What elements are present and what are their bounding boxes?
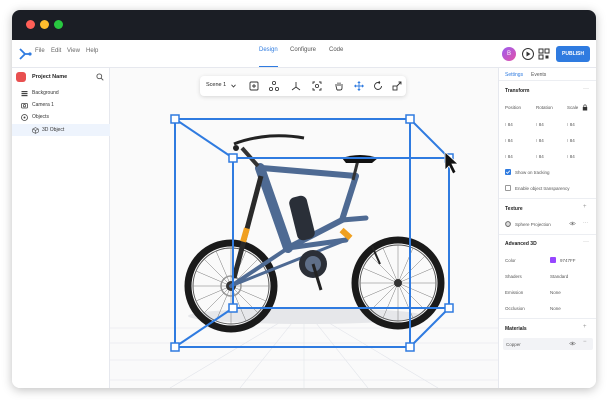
- layer-camera[interactable]: Camera 1: [12, 99, 110, 111]
- app-window: File Edit View Help Design Configure Cod…: [12, 10, 596, 388]
- layer-label: Objects: [32, 114, 49, 120]
- qr-code-icon[interactable]: [537, 47, 551, 61]
- position-y-field[interactable]: ⁝ 84: [505, 138, 513, 144]
- project-name[interactable]: Project Name: [32, 74, 67, 80]
- emission-label: Emission: [505, 290, 524, 295]
- layer-label: 3D Object: [42, 127, 65, 133]
- object-transparency-label: Enable object transparency: [515, 186, 570, 191]
- tab-events[interactable]: Events: [531, 72, 546, 78]
- minimize-window-dot[interactable]: [40, 20, 49, 29]
- divider: [499, 198, 596, 199]
- layer-background[interactable]: Background: [12, 87, 110, 99]
- lock-icon[interactable]: [582, 104, 588, 111]
- position-z-field[interactable]: ⁝ 84: [505, 154, 513, 160]
- layers-panel: Project Name Background Camera 1 Objects…: [12, 68, 110, 388]
- add-material-icon[interactable]: +: [583, 324, 587, 330]
- color-label: Color: [505, 258, 516, 263]
- chevron-down-icon[interactable]: [231, 84, 236, 88]
- focus-icon[interactable]: [311, 80, 323, 92]
- texture-section-title: Texture: [505, 206, 523, 212]
- rotation-x-field[interactable]: ⁝ 84: [536, 122, 544, 128]
- divider: [499, 234, 596, 235]
- more-options-icon[interactable]: ···: [583, 86, 589, 92]
- bicycle-model[interactable]: [184, 134, 445, 333]
- position-header: Position: [505, 105, 522, 110]
- material-item-label: Copper: [506, 342, 521, 347]
- color-value[interactable]: 9747FF: [560, 258, 576, 263]
- cube-icon: [32, 127, 39, 134]
- layer-label: Camera 1: [32, 102, 54, 108]
- rotate-tool-icon[interactable]: [372, 80, 384, 92]
- layer-3d-object[interactable]: 3D Object: [12, 124, 110, 136]
- search-icon[interactable]: [96, 73, 104, 81]
- move-tool-icon[interactable]: [353, 80, 365, 92]
- object-transparency-checkbox[interactable]: [505, 185, 511, 191]
- axes-icon[interactable]: [290, 80, 302, 92]
- layer-objects[interactable]: Objects: [12, 111, 110, 123]
- menu-help[interactable]: Help: [86, 48, 98, 54]
- properties-panel: Settings Events Transform ··· Position R…: [498, 68, 596, 388]
- occlusion-label: Occlusion: [505, 306, 525, 311]
- scale-header: Scale: [567, 105, 579, 110]
- scale-y-field[interactable]: ⁝ 84: [567, 138, 575, 144]
- occlusion-value[interactable]: None: [550, 306, 561, 311]
- shaders-value[interactable]: Standard: [550, 274, 568, 279]
- texture-more-icon[interactable]: ···: [583, 220, 588, 226]
- project-header: Project Name: [12, 68, 110, 86]
- hierarchy-icon[interactable]: [268, 80, 280, 92]
- rotation-header: Rotation: [536, 105, 553, 110]
- add-texture-icon[interactable]: +: [583, 204, 587, 210]
- scale-tool-icon[interactable]: [391, 80, 403, 92]
- eye-icon[interactable]: [569, 341, 576, 346]
- scene-selector[interactable]: Scene 1: [206, 82, 226, 88]
- camera-icon: [21, 103, 28, 109]
- divider: [499, 318, 596, 319]
- user-avatar[interactable]: B: [502, 47, 516, 61]
- menu-file[interactable]: File: [35, 48, 45, 54]
- sphere-icon: [505, 221, 511, 227]
- viewport-toolbar: Scene 1: [200, 76, 406, 96]
- publish-button[interactable]: PUBLISH: [556, 46, 590, 62]
- project-icon: [16, 72, 26, 82]
- tab-code[interactable]: Code: [329, 47, 343, 67]
- color-swatch[interactable]: [550, 257, 556, 263]
- play-icon[interactable]: [521, 47, 535, 61]
- app-logo-icon: [19, 48, 32, 60]
- viewport-canvas[interactable]: Scene 1: [110, 68, 498, 388]
- transform-section-title: Transform: [505, 88, 530, 94]
- window-titlebar: [12, 10, 596, 40]
- advanced-3d-section-title: Advanced 3D: [505, 241, 537, 247]
- rotation-y-field[interactable]: ⁝ 84: [536, 138, 544, 144]
- rotation-z-field[interactable]: ⁝ 84: [536, 154, 544, 160]
- background-layer-icon: [21, 91, 28, 97]
- menu-view[interactable]: View: [67, 48, 80, 54]
- divider: [499, 80, 596, 81]
- close-window-dot[interactable]: [26, 20, 35, 29]
- show-on-tracking-checkbox[interactable]: [505, 169, 511, 175]
- maximize-window-dot[interactable]: [54, 20, 63, 29]
- menu-edit[interactable]: Edit: [51, 48, 61, 54]
- objects-group-icon: [21, 114, 28, 121]
- scale-z-field[interactable]: ⁝ 84: [567, 154, 575, 160]
- tab-design[interactable]: Design: [259, 47, 278, 67]
- remove-material-icon[interactable]: −: [583, 339, 587, 345]
- texture-item-label[interactable]: Sphere Projection: [515, 222, 551, 227]
- scale-x-field[interactable]: ⁝ 84: [567, 122, 575, 128]
- position-x-field[interactable]: ⁝ 84: [505, 122, 513, 128]
- eye-icon[interactable]: [569, 221, 576, 226]
- tab-configure[interactable]: Configure: [290, 47, 316, 67]
- show-on-tracking-label: Show on tracking: [515, 170, 550, 175]
- emission-value[interactable]: None: [550, 290, 561, 295]
- advanced-more-icon[interactable]: ···: [583, 239, 589, 245]
- top-toolbar: File Edit View Help Design Configure Cod…: [12, 40, 596, 68]
- scene-drawing: [110, 114, 498, 388]
- hand-pan-icon[interactable]: [333, 80, 345, 92]
- materials-section-title: Materials: [505, 326, 527, 332]
- layer-label: Background: [32, 90, 59, 96]
- shaders-label: Shaders: [505, 274, 522, 279]
- add-object-icon[interactable]: [248, 80, 260, 92]
- check-icon: [505, 170, 511, 174]
